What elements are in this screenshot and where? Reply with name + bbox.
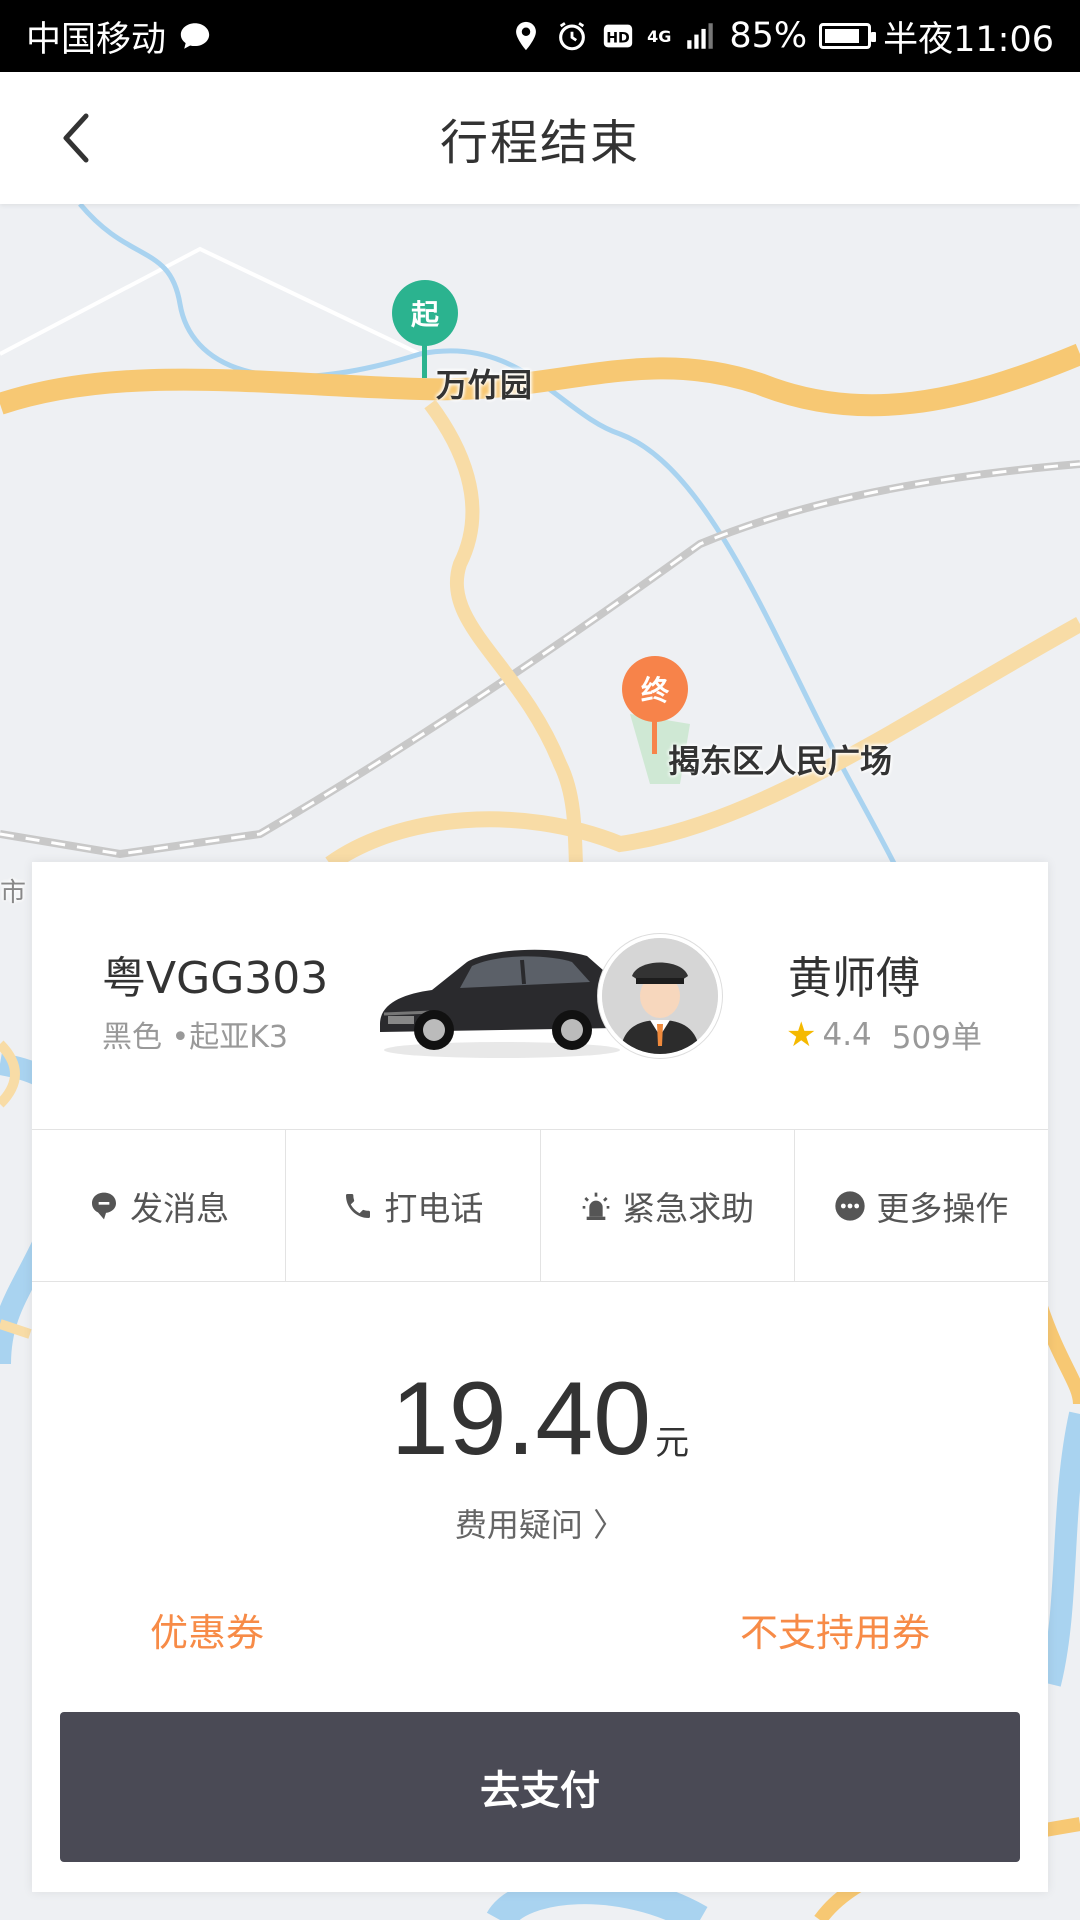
start-pin-stem <box>422 344 427 378</box>
emergency-help-label: 紧急求助 <box>622 1188 755 1228</box>
chauffeur-avatar-icon <box>602 938 718 1054</box>
fare-question-link[interactable]: 费用疑问 〉 <box>32 1500 1048 1546</box>
carrier-name: 中国移动 <box>26 19 167 60</box>
driver-rating: ★ 4.4 509单 <box>786 1012 982 1057</box>
trip-summary-card: 粤VGG303 黑色 •起亚K3 黄师傅 ★ 4.4 509单 发消息 打电话 … <box>32 862 1048 1892</box>
rating-value: 4.4 <box>822 1016 872 1053</box>
driver-avatar[interactable] <box>598 934 722 1058</box>
phone-icon <box>346 1193 371 1218</box>
more-icon <box>835 1190 866 1221</box>
call-driver-label: 打电话 <box>384 1188 484 1228</box>
end-pin-stem <box>652 720 657 754</box>
end-location-label: 揭东区人民广场 <box>668 742 893 780</box>
license-plate: 粤VGG303 <box>102 953 329 1004</box>
status-left: 中国移动 <box>26 11 212 62</box>
status-right: HD 4G 85% 半夜11:06 <box>509 11 1054 62</box>
coupon-label: 优惠券 <box>150 1611 265 1655</box>
car-description: 黑色 •起亚K3 <box>102 1020 288 1055</box>
more-actions-button[interactable]: 更多操作 <box>795 1130 1048 1281</box>
start-location-label: 万竹园 <box>436 366 533 404</box>
emergency-help-button[interactable]: 紧急求助 <box>541 1130 795 1281</box>
network-type: 4G <box>647 26 672 46</box>
battery-fill <box>825 29 860 43</box>
signal-icon <box>687 23 714 49</box>
star-icon: ★ <box>786 1014 817 1055</box>
back-button[interactable] <box>40 102 112 174</box>
status-bar: 中国移动 HD 4G 85% 半夜11:06 <box>0 0 1080 72</box>
header-bar: 行程结束 <box>0 72 1080 204</box>
fare-amount: 19.40 元 <box>32 1360 1048 1479</box>
screen: 中国移动 HD 4G 85% 半夜11:06 行程结束 起 万竹园 终 揭东区人… <box>0 0 1080 1920</box>
order-count: 509单 <box>891 1020 982 1056</box>
alarm-icon <box>582 1192 610 1220</box>
pay-button[interactable]: 去支付 <box>60 1712 1020 1862</box>
send-message-button[interactable]: 发消息 <box>32 1130 287 1281</box>
start-pin[interactable]: 起 <box>392 280 458 346</box>
chevron-left-icon <box>63 113 89 163</box>
clock: 半夜11:06 <box>883 19 1054 60</box>
actions-row: 发消息 打电话 紧急求助 更多操作 <box>32 1130 1048 1282</box>
chat-bubble-icon <box>180 23 210 49</box>
driver-name: 黄师傅 <box>788 953 920 1004</box>
fare-section: 19.40 元 费用疑问 〉 优惠券 不支持用券 去支付 <box>32 1282 1048 1892</box>
send-message-label: 发消息 <box>130 1188 230 1228</box>
driver-info: 粤VGG303 黑色 •起亚K3 黄师傅 ★ 4.4 509单 <box>32 862 1048 1130</box>
svg-text:HD: HD <box>606 30 630 46</box>
end-pin[interactable]: 终 <box>622 656 688 722</box>
car-image <box>380 949 620 1058</box>
more-actions-label: 更多操作 <box>876 1188 1009 1228</box>
fare-unit: 元 <box>655 1423 690 1463</box>
alarm-clock-icon <box>559 22 585 51</box>
call-driver-button[interactable]: 打电话 <box>286 1130 541 1281</box>
map-edge-label: 市 <box>0 878 27 908</box>
battery-icon <box>819 23 877 49</box>
hd-icon: HD <box>603 24 633 48</box>
location-icon <box>516 21 536 51</box>
coupon-status[interactable]: 不支持用券 <box>740 1602 930 1657</box>
battery-percent: 85% <box>729 16 808 56</box>
message-icon <box>92 1192 117 1219</box>
fare-value: 19.40 <box>390 1361 652 1477</box>
page-title: 行程结束 <box>439 115 640 171</box>
